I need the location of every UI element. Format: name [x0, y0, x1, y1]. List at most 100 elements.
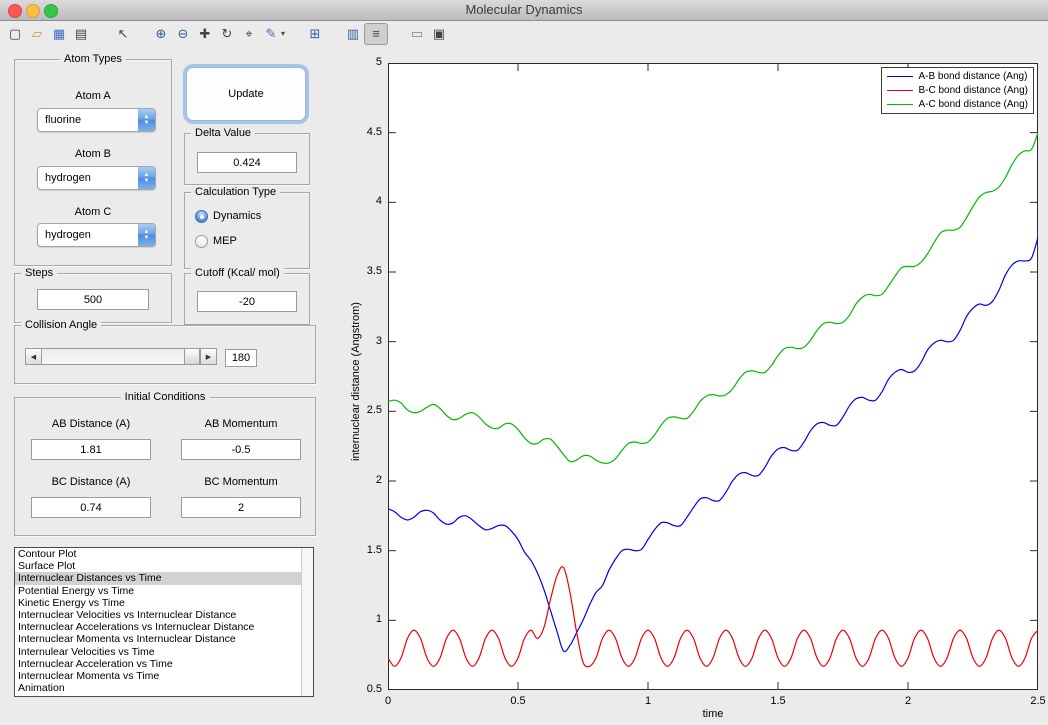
chart-area: 0 0.5 1 1.5 2 2.5 0.5 1 1.5 2 2.5 3 3.5 4 4.5 5 time in… — [350, 56, 1046, 720]
dropdown-stepper-icon[interactable]: ▲ ▼ — [138, 167, 155, 189]
radio-dynamics[interactable]: Dynamics — [195, 208, 261, 224]
x-tick-label: 2 — [904, 695, 912, 707]
delta-value-panel: Delta Value — [184, 127, 310, 185]
plot-type-listbox[interactable]: Contour Plot Surface Plot Internuclear Dis… — [14, 547, 314, 697]
atom-b-label: Atom B — [74, 148, 112, 160]
cutoff-field[interactable] — [197, 291, 297, 312]
x-tick-label: 0 — [384, 695, 392, 707]
dropdown-stepper-icon[interactable]: ▲ ▼ — [138, 109, 155, 131]
plot-list-item[interactable]: Potential Energy vs Time — [15, 585, 313, 597]
save-figure-icon[interactable]: ▦ — [48, 24, 70, 44]
show-plot-tools-icon[interactable]: ▣ — [428, 24, 450, 44]
legend-line-swatch — [887, 104, 914, 105]
radio-mep-label: MEP — [213, 235, 237, 247]
legend-line-swatch — [887, 76, 914, 77]
panel-title: Calculation Type — [191, 186, 281, 198]
legend-label: B-C bond distance (Ang) — [918, 85, 1028, 96]
panel-title: Steps — [21, 267, 58, 279]
radio-mep[interactable]: MEP — [195, 233, 237, 249]
plot-list-item[interactable]: Surface Plot — [15, 560, 313, 572]
panel-title: Collision Angle — [21, 319, 102, 331]
collision-angle-field[interactable] — [225, 349, 257, 367]
slider-left-arrow-icon[interactable]: ◀ — [26, 349, 42, 364]
delta-value-field[interactable] — [197, 152, 297, 173]
plot-list-item[interactable]: Internuclear Accelerations vs Internucle… — [15, 621, 313, 633]
bc-momentum-label: BC Momentum — [204, 476, 278, 488]
brush-dropdown-icon[interactable]: ▾ — [278, 24, 288, 44]
plot-list-item[interactable]: Animation — [15, 682, 313, 694]
print-figure-icon[interactable]: ▤ — [70, 24, 92, 44]
bc-momentum-field[interactable] — [181, 497, 301, 518]
atom-types-panel: Atom Types Atom A fluorine ▲ ▼ Atom B hyd… — [14, 53, 172, 266]
panel-title: Atom Types — [60, 53, 126, 65]
legend-entry: A-C bond distance (Ang) — [884, 98, 1028, 111]
slider-right-arrow-icon[interactable]: ▶ — [200, 349, 216, 364]
y-tick-label: 5 — [375, 56, 382, 68]
update-button[interactable]: Update — [186, 67, 306, 121]
y-tick-label: 0.5 — [366, 683, 382, 695]
pan-hand-icon[interactable]: ✚ — [194, 24, 216, 44]
new-figure-icon[interactable]: ▢ — [4, 24, 26, 44]
x-axis-label: time — [702, 708, 724, 720]
legend-entry: A-B bond distance (Ang) — [884, 70, 1028, 83]
radio-selected-icon — [195, 209, 208, 223]
plot-list-item[interactable]: Internuclear Distances vs Time — [15, 572, 313, 585]
plot-list-item[interactable]: Internuclear Acceleration vs Time — [15, 658, 313, 670]
calculation-type-panel: Calculation Type Dynamics MEP — [184, 186, 310, 269]
link-plot-icon[interactable]: ⊞ — [304, 24, 326, 44]
plot-list-item[interactable]: Kinetic Energy vs Time — [15, 597, 313, 609]
plot-legend[interactable]: A-B bond distance (Ang) B-C bond distance… — [881, 67, 1034, 114]
panel-title: Delta Value — [191, 127, 256, 139]
x-tick-label: 1.5 — [770, 695, 786, 707]
x-tick-label: 2.5 — [1030, 695, 1046, 707]
plot-list-item[interactable]: Internuclear Momenta vs Internuclear Dis… — [15, 633, 313, 645]
dropdown-stepper-icon[interactable]: ▲ ▼ — [138, 224, 155, 246]
y-tick-label: 3.5 — [366, 265, 382, 277]
radio-unselected-icon — [195, 234, 208, 248]
panel-title: Cutoff (Kcal/ mol) — [191, 267, 284, 279]
legend-line-swatch — [887, 90, 914, 91]
y-tick-label: 1 — [375, 613, 382, 626]
zoom-out-icon[interactable]: ⊖ — [172, 24, 194, 44]
edit-pointer-icon[interactable]: ↖ — [112, 24, 134, 44]
y-tick-label: 4 — [375, 195, 382, 208]
x-tick-label: 1 — [644, 695, 652, 707]
slider-thumb[interactable] — [184, 349, 200, 364]
bc-distance-label: BC Distance (A) — [51, 476, 131, 488]
y-axis-label: internuclear distance (Angstrom) — [350, 302, 362, 461]
atom-a-dropdown[interactable]: fluorine ▲ ▼ — [37, 108, 156, 132]
ab-momentum-label: AB Momentum — [204, 418, 278, 430]
plot-list-item[interactable]: Internulear Velocities vs Time — [15, 646, 313, 658]
panel-title: Initial Conditions — [120, 391, 210, 403]
collision-angle-panel: Collision Angle ◀ ▶ — [14, 319, 316, 384]
zoom-in-icon[interactable]: ⊕ — [150, 24, 172, 44]
rotate-3d-icon[interactable]: ↻ — [216, 24, 238, 44]
atom-a-value: fluorine — [45, 114, 82, 126]
plot-list-item[interactable]: Internuclear Momenta vs Time — [15, 670, 313, 682]
steps-field[interactable] — [37, 289, 149, 310]
plot-list-item[interactable]: Contour Plot — [15, 548, 313, 560]
hide-plot-tools-icon[interactable]: ▭ — [406, 24, 428, 44]
data-cursor-icon[interactable]: ⌖ — [238, 24, 260, 44]
x-tick-label: 0.5 — [510, 695, 526, 707]
insert-legend-icon[interactable]: ≡ — [364, 22, 388, 45]
ab-momentum-field[interactable] — [181, 439, 301, 460]
collision-angle-slider[interactable]: ◀ ▶ — [25, 348, 217, 365]
window-title: Molecular Dynamics — [465, 2, 583, 17]
atom-c-value: hydrogen — [45, 229, 91, 241]
steps-panel: Steps — [14, 267, 172, 323]
plot-list-item[interactable]: Internuclear Velocities vs Internuclear … — [15, 609, 313, 621]
cutoff-panel: Cutoff (Kcal/ mol) — [184, 267, 310, 325]
atom-b-value: hydrogen — [45, 172, 91, 184]
window-titlebar[interactable]: Molecular Dynamics — [0, 0, 1048, 21]
ab-distance-field[interactable] — [31, 439, 151, 460]
plot-area[interactable] — [388, 63, 1038, 690]
bc-distance-field[interactable] — [31, 497, 151, 518]
atom-c-dropdown[interactable]: hydrogen ▲ ▼ — [37, 223, 156, 247]
legend-label: A-B bond distance (Ang) — [918, 71, 1028, 82]
open-file-icon[interactable]: ▱ — [26, 24, 48, 44]
figure-toolbar: ▢ ▱ ▦ ▤ ↖ ⊕ ⊖ ✚ ↻ ⌖ ✎ ▾ ⊞ ▥ ≡ ▭ ▣ — [0, 21, 1048, 46]
insert-colorbar-icon[interactable]: ▥ — [342, 24, 364, 44]
listbox-scrollbar[interactable] — [301, 548, 313, 696]
atom-b-dropdown[interactable]: hydrogen ▲ ▼ — [37, 166, 156, 190]
